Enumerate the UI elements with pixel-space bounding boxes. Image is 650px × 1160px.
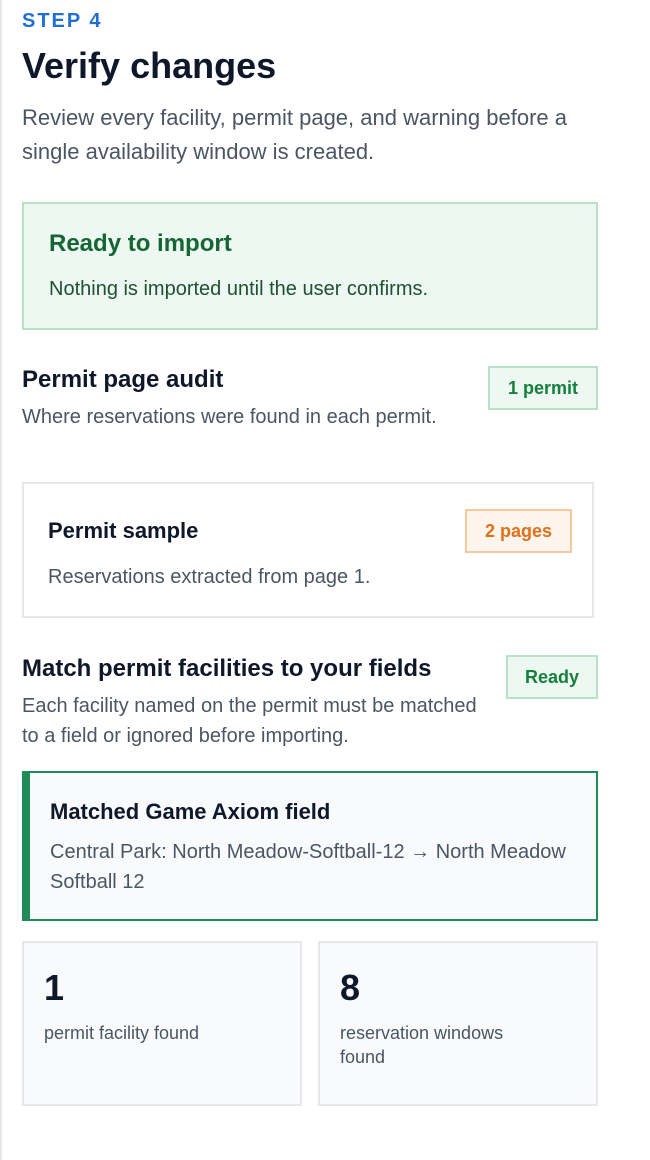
facility-match-title: Match permit facilities to your fields (22, 655, 432, 682)
matched-field-card: Matched Game Axiom field Central Park: N… (22, 771, 598, 921)
permit-sample-title: Permit sample (48, 518, 199, 543)
step-label: STEP 4 (22, 10, 103, 32)
matched-field-mapping: Central Park: North Meadow-Softball-12 →… (50, 841, 566, 893)
facility-match-description: Each facility named on the permit must b… (22, 695, 477, 747)
stat-label: permit facility found (44, 1023, 200, 1043)
left-divider (0, 0, 2, 1160)
stat-card-facilities: 1 permit facility found (22, 941, 302, 1106)
stat-value: 1 (44, 967, 65, 1008)
match-status-badge: Ready (506, 655, 598, 699)
stat-value: 8 (340, 967, 361, 1008)
ready-to-import-notice: Ready to import Nothing is imported unti… (22, 202, 598, 330)
page-description: Review every facility, permit page, and … (22, 105, 567, 164)
page-count-badge: 2 pages (465, 509, 572, 553)
matched-field-title: Matched Game Axiom field (50, 799, 331, 824)
stat-label: reservation windows found (340, 1023, 504, 1067)
stat-card-windows: 8 reservation windows found (318, 941, 598, 1106)
permit-count-badge: 1 permit (488, 366, 598, 410)
permit-sample-card: Permit sample 2 pages Reservations extra… (22, 482, 594, 618)
permit-audit-description: Where reservations were found in each pe… (22, 406, 437, 428)
permit-sample-text: Reservations extracted from page 1. (48, 566, 371, 588)
permit-audit-title: Permit page audit (22, 366, 224, 393)
page-title: Verify changes (22, 45, 277, 86)
ready-notice-title: Ready to import (49, 230, 232, 257)
ready-notice-text: Nothing is imported until the user confi… (49, 278, 429, 300)
